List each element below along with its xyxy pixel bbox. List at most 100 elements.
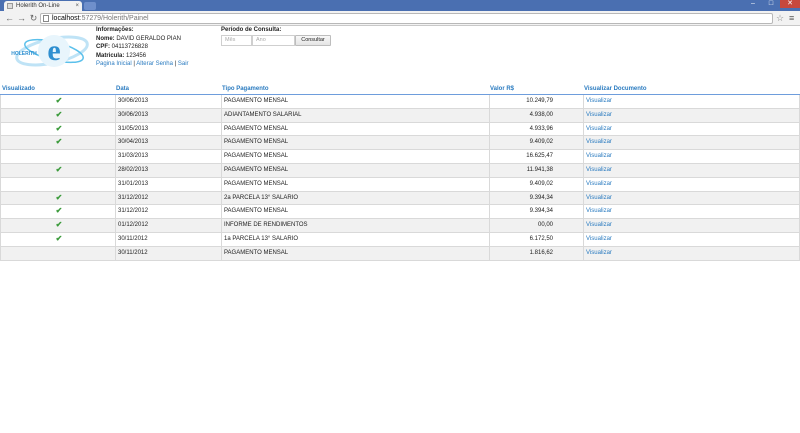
consultar-button[interactable]: Consultar: [295, 35, 331, 46]
header-visualizar-documento: Visualizar Documento: [584, 86, 647, 92]
valor-cell: 00,00: [489, 219, 583, 232]
visualizar-link[interactable]: Visualizar: [586, 181, 612, 187]
table-row: ✔ 31/12/2012 2a PARCELA 13° SALARIO 9.394,3…: [0, 191, 800, 206]
data-cell: 30/11/2012: [115, 232, 221, 246]
visualizar-link[interactable]: Visualizar: [586, 222, 612, 228]
visualizar-link[interactable]: Visualizar: [586, 139, 612, 145]
nav-links: Pagina Inicial | Alterar Senha | Sair: [96, 61, 189, 67]
table-row: ✔ 31/05/2013 PAGAMENTO MENSAL 4.933,96 Visua…: [0, 122, 800, 137]
visualizar-cell: Visualizar: [583, 205, 799, 219]
visualizar-link[interactable]: Visualizar: [586, 112, 612, 118]
tipo-pagamento-cell: 2a PARCELA 13° SALARIO: [221, 191, 489, 205]
holerith-logo[interactable]: e HOLERITH: [8, 29, 90, 73]
browser-tab[interactable]: Holerith On-Line ×: [4, 1, 82, 11]
table-row: 31/03/2013 PAGAMENTO MENSAL 16.625,47 Visua…: [0, 150, 800, 164]
reload-icon[interactable]: ↻: [28, 13, 39, 24]
forward-arrow-icon[interactable]: →: [16, 13, 27, 24]
visualizar-cell: Visualizar: [583, 246, 799, 260]
visualizar-link[interactable]: Visualizar: [586, 195, 612, 201]
nome-line: Nome: DAVID GERALDO PIAN: [96, 35, 181, 42]
periodo-consulta-form: Período de Consulta: Mês Ano Consultar: [221, 26, 331, 46]
info-heading: Informações:: [96, 27, 134, 33]
address-bar[interactable]: localhost:57279/Holerith/Painel: [40, 13, 773, 24]
table-body: ✔ 30/06/2013 PAGAMENTO MENSAL 10.249,79 Visu…: [0, 95, 800, 261]
back-arrow-icon[interactable]: ←: [4, 13, 15, 24]
visualizar-link[interactable]: Visualizar: [586, 126, 612, 132]
pagina-inicial-link[interactable]: Pagina Inicial: [96, 61, 132, 67]
valor-cell: 9.409,02: [489, 177, 583, 191]
visualizar-cell: Visualizar: [583, 232, 799, 246]
checkmark-icon: ✔: [55, 109, 63, 119]
visualizado-cell: ✔: [1, 219, 115, 232]
valor-cell: 4.938,00: [489, 108, 583, 122]
data-cell: 30/04/2013: [115, 136, 221, 150]
new-tab-button[interactable]: [84, 2, 96, 10]
header-data: Data: [116, 86, 130, 92]
browser-tabstrip: Holerith On-Line × – □ ✕: [0, 0, 800, 11]
visualizar-link[interactable]: Visualizar: [586, 98, 612, 104]
visualizar-link[interactable]: Visualizar: [586, 236, 612, 242]
sair-link[interactable]: Sair: [178, 61, 189, 67]
tipo-pagamento-cell: PAGAMENTO MENSAL: [221, 177, 489, 191]
valor-cell: 9.394,34: [489, 205, 583, 219]
maximize-button[interactable]: □: [762, 0, 780, 8]
url-text: localhost:57279/Holerith/Painel: [52, 15, 149, 22]
valor-cell: 4.933,96: [489, 122, 583, 136]
svg-text:e: e: [47, 34, 60, 67]
table-row: ✔ 30/04/2013 PAGAMENTO MENSAL 9.409,02 Visua…: [0, 136, 800, 151]
minimize-button[interactable]: –: [744, 0, 762, 8]
data-cell: 30/06/2013: [115, 95, 221, 108]
data-cell: 31/05/2013: [115, 122, 221, 136]
valor-cell: 16.625,47: [489, 150, 583, 163]
ano-input[interactable]: Ano: [252, 35, 295, 46]
valor-cell: 11.941,38: [489, 163, 583, 177]
header-tipo-pagamento: Tipo Pagamento: [222, 86, 269, 92]
valor-cell: 9.409,02: [489, 136, 583, 150]
cpf-line: CPF: 04113726828: [96, 44, 148, 50]
visualizado-cell: ✔: [1, 123, 115, 136]
visualizar-link[interactable]: Visualizar: [586, 250, 612, 256]
visualizado-cell: ✔: [1, 233, 115, 246]
browser-toolbar: ← → ↻ localhost:57279/Holerith/Painel ☆ …: [0, 11, 800, 26]
table-row: ✔ 31/12/2012 PAGAMENTO MENSAL 9.394,34 Visua…: [0, 205, 800, 220]
visualizado-cell: ✔: [1, 192, 115, 205]
close-window-button[interactable]: ✕: [780, 0, 800, 8]
browser-menu-icon[interactable]: ≡: [789, 12, 794, 24]
table-row: ✔ 28/02/2013 PAGAMENTO MENSAL 11.941,38 Visu…: [0, 163, 800, 178]
visualizar-cell: Visualizar: [583, 191, 799, 205]
logo-text: HOLERITH: [11, 51, 37, 57]
visualizar-link[interactable]: Visualizar: [586, 208, 612, 214]
visualizar-cell: Visualizar: [583, 150, 799, 163]
matricula-line: Matricula: 123456: [96, 52, 147, 59]
bookmark-star-icon[interactable]: ☆: [776, 12, 784, 24]
checkmark-icon: ✔: [55, 233, 63, 243]
visualizar-link[interactable]: Visualizar: [586, 167, 612, 173]
mes-input[interactable]: Mês: [221, 35, 252, 46]
alterar-senha-link[interactable]: Alterar Senha: [136, 61, 173, 67]
valor-cell: 6.172,50: [489, 232, 583, 246]
pagamentos-table: Visualizado Data Tipo Pagamento Valor R$…: [0, 83, 800, 261]
tipo-pagamento-cell: 1a PARCELA 13° SALARIO: [221, 232, 489, 246]
data-cell: 31/12/2012: [115, 191, 221, 205]
tipo-pagamento-cell: PAGAMENTO MENSAL: [221, 122, 489, 136]
checkmark-icon: ✔: [55, 192, 63, 202]
data-cell: 30/06/2013: [115, 108, 221, 122]
checkmark-icon: ✔: [55, 220, 63, 230]
checkmark-icon: ✔: [55, 123, 63, 133]
visualizar-cell: Visualizar: [583, 163, 799, 177]
visualizado-cell: [1, 150, 115, 163]
table-row: ✔ 01/12/2012 INFORME DE RENDIMENTOS 00,00 Vi…: [0, 219, 800, 233]
visualizar-link[interactable]: Visualizar: [586, 153, 612, 159]
tab-close-icon[interactable]: ×: [75, 1, 79, 11]
tipo-pagamento-cell: PAGAMENTO MENSAL: [221, 163, 489, 177]
tab-title: Holerith On-Line: [16, 3, 60, 9]
visualizar-cell: Visualizar: [583, 95, 799, 108]
visualizado-cell: [1, 178, 115, 191]
tipo-pagamento-cell: INFORME DE RENDIMENTOS: [221, 219, 489, 232]
header-visualizado: Visualizado: [2, 86, 35, 92]
table-row: ✔ 30/06/2013 PAGAMENTO MENSAL 10.249,79 Visu…: [0, 95, 800, 109]
visualizar-cell: Visualizar: [583, 177, 799, 191]
tipo-pagamento-cell: PAGAMENTO MENSAL: [221, 136, 489, 150]
visualizado-cell: ✔: [1, 136, 115, 149]
periodo-label: Período de Consulta:: [221, 27, 282, 33]
